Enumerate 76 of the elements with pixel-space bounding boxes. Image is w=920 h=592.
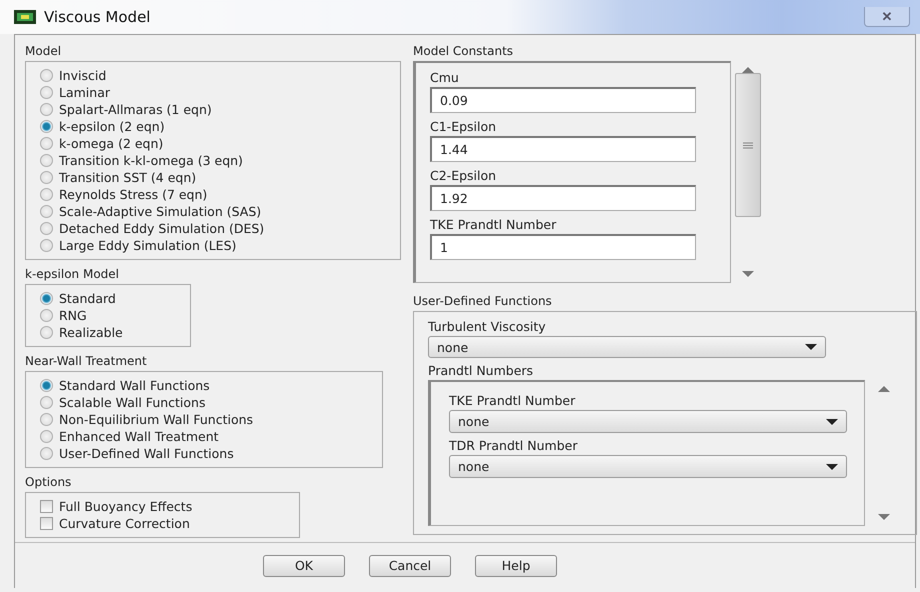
window-title: Viscous Model [44, 8, 150, 26]
dropdown[interactable]: none [428, 336, 826, 358]
dropdown[interactable]: none [449, 410, 847, 433]
caret-icon [805, 344, 817, 350]
radio-button[interactable] [40, 137, 53, 150]
input-field[interactable]: 1.92 [430, 185, 696, 211]
dialog-button[interactable]: Help [475, 554, 557, 576]
input-field[interactable]: 0.09 [430, 87, 696, 113]
app-icon [14, 10, 36, 24]
dialog-button[interactable]: Cancel [369, 554, 451, 576]
field-label: Turbulent Viscosity [428, 318, 547, 336]
field-label: C2-Epsilon [430, 167, 498, 185]
radio-label: Detached Eddy Simulation (DES) [59, 221, 264, 236]
checkbox[interactable] [40, 517, 53, 530]
caret-icon [826, 464, 838, 470]
group-label: Model [25, 43, 62, 59]
radio-label: RNG [59, 308, 87, 323]
radio-label: Scalable Wall Functions [59, 395, 206, 410]
radio-button[interactable] [40, 120, 53, 133]
radio-button[interactable] [40, 103, 53, 116]
field-label: TKE Prandtl Number [449, 392, 576, 410]
radio-label: Transition SST (4 eqn) [59, 170, 196, 185]
radio-label: k-epsilon (2 eqn) [59, 119, 165, 134]
radio-label: Standard [59, 291, 116, 306]
group-label: Options [25, 474, 72, 490]
radio-label: Reynolds Stress (7 eqn) [59, 187, 208, 202]
radio-label: Transition k-kl-omega (3 eqn) [59, 153, 243, 168]
radio-button[interactable] [40, 292, 53, 305]
checkbox-label: Full Buoyancy Effects [59, 499, 192, 514]
radio-label: k-omega (2 eqn) [59, 136, 164, 151]
close-button[interactable]: ✕ [864, 7, 910, 27]
radio-button[interactable] [40, 447, 53, 460]
radio-label: Large Eddy Simulation (LES) [59, 238, 236, 253]
radio-label: Realizable [59, 325, 123, 340]
field-label: Cmu [430, 69, 460, 87]
caret-icon [826, 418, 838, 424]
field-label: TDR Prandtl Number [449, 437, 578, 455]
radio-label: Laminar [59, 85, 110, 100]
field-label: TKE Prandtl Number [430, 216, 558, 234]
radio-button[interactable] [40, 326, 53, 339]
group-label: User-Defined Functions [413, 293, 553, 309]
radio-label: Non-Equilibrium Wall Functions [59, 412, 254, 427]
radio-button[interactable] [40, 379, 53, 392]
checkbox[interactable] [40, 500, 53, 513]
radio-label: Spalart-Allmaras (1 eqn) [59, 102, 212, 117]
radio-button[interactable] [40, 413, 53, 426]
scrollbar-thumb[interactable] [735, 73, 761, 217]
radio-label: Scale-Adaptive Simulation (SAS) [59, 204, 262, 219]
radio-button[interactable] [40, 86, 53, 99]
checkbox-label: Curvature Correction [59, 516, 190, 531]
scroll-down-icon[interactable] [878, 514, 890, 520]
radio-label: Inviscid [59, 68, 106, 83]
radio-button[interactable] [40, 188, 53, 201]
radio-button[interactable] [40, 154, 53, 167]
input-field[interactable]: 1.44 [430, 136, 696, 162]
group-label: Near-Wall Treatment [25, 353, 148, 369]
scroll-up-icon[interactable] [878, 386, 890, 392]
group-label: k-epsilon Model [25, 266, 120, 282]
radio-button[interactable] [40, 396, 53, 409]
radio-button[interactable] [40, 205, 53, 218]
radio-label: Enhanced Wall Treatment [59, 429, 219, 444]
field-label: C1-Epsilon [430, 118, 498, 136]
dialog-button[interactable]: OK [263, 554, 345, 576]
group-label: Model Constants [413, 43, 514, 59]
radio-label: User-Defined Wall Functions [59, 446, 234, 461]
group-label: Prandtl Numbers [428, 362, 534, 380]
dropdown[interactable]: none [449, 455, 847, 478]
radio-label: Standard Wall Functions [59, 378, 210, 393]
scroll-down-icon[interactable] [742, 271, 754, 277]
radio-button[interactable] [40, 69, 53, 82]
radio-button[interactable] [40, 239, 53, 252]
radio-button[interactable] [40, 430, 53, 443]
radio-button[interactable] [40, 309, 53, 322]
radio-button[interactable] [40, 171, 53, 184]
radio-button[interactable] [40, 222, 53, 235]
input-field[interactable]: 1 [430, 234, 696, 260]
